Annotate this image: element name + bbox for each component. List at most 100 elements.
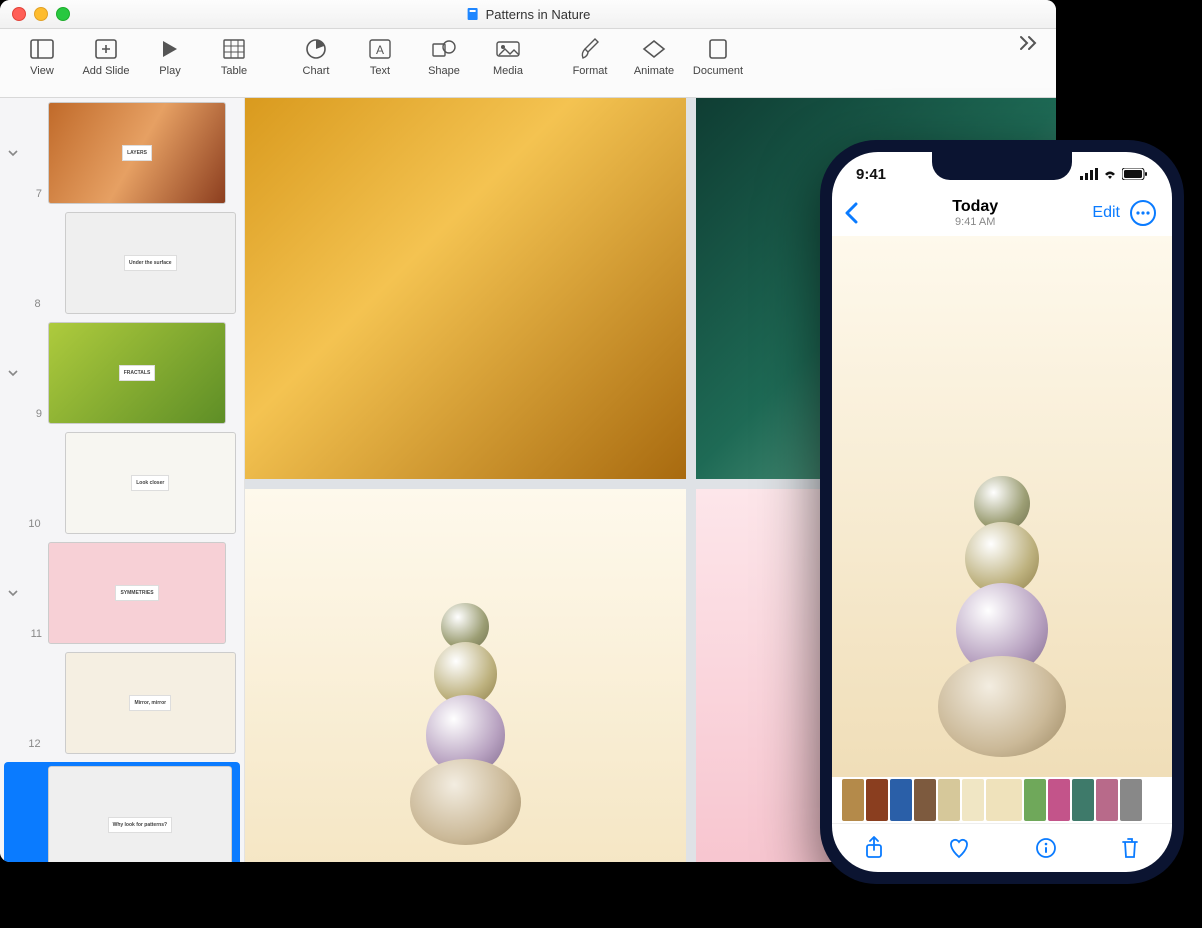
shape-icon bbox=[430, 35, 458, 63]
slide-number: 10 bbox=[21, 518, 40, 534]
minimize-window-button[interactable] bbox=[34, 7, 48, 21]
heart-icon[interactable] bbox=[947, 837, 971, 859]
slide-preview: FRACTALS bbox=[48, 322, 226, 424]
slide-preview: SYMMETRIES bbox=[48, 542, 226, 644]
collapse-toggle[interactable] bbox=[4, 148, 22, 158]
filmstrip-thumb[interactable] bbox=[962, 779, 984, 821]
slide-preview: LAYERS bbox=[48, 102, 226, 204]
slide-preview: Why look for patterns? bbox=[48, 766, 232, 862]
diamond-icon bbox=[640, 35, 668, 63]
text-button[interactable]: A Text bbox=[348, 35, 412, 77]
iphone-notch bbox=[932, 152, 1072, 180]
iphone-device-frame: 9:41 Today 9:41 AM Edit bbox=[820, 140, 1184, 884]
filmstrip-thumb[interactable] bbox=[890, 779, 912, 821]
teal-leaf-texture[interactable] bbox=[245, 489, 686, 862]
slide-preview: Mirror, mirror bbox=[65, 652, 236, 754]
text-box-icon: A bbox=[366, 35, 394, 63]
slide-number: 9 bbox=[22, 408, 42, 424]
filmstrip-thumb[interactable] bbox=[866, 779, 888, 821]
photos-bottom-toolbar bbox=[832, 823, 1172, 872]
trash-icon[interactable] bbox=[1120, 836, 1140, 860]
filmstrip-thumb[interactable] bbox=[1048, 779, 1070, 821]
toolbar-label: Chart bbox=[303, 65, 330, 77]
back-button[interactable] bbox=[844, 202, 858, 224]
info-icon[interactable] bbox=[1035, 837, 1057, 859]
share-icon[interactable] bbox=[864, 836, 884, 860]
filmstrip-thumb[interactable] bbox=[914, 779, 936, 821]
slide-preview: Look closer bbox=[65, 432, 236, 534]
filmstrip-thumb[interactable] bbox=[842, 779, 864, 821]
toolbar-label: Table bbox=[221, 65, 247, 77]
paintbrush-icon bbox=[576, 35, 604, 63]
play-button[interactable]: Play bbox=[138, 35, 202, 77]
slide-thumbnail[interactable]: 8Under the surface bbox=[0, 208, 244, 318]
media-icon bbox=[494, 35, 522, 63]
collapse-toggle[interactable] bbox=[4, 368, 22, 378]
slide-thumbnail[interactable]: 13Why look for patterns? bbox=[4, 762, 240, 862]
photo-subtitle: 9:41 AM bbox=[952, 216, 998, 228]
filmstrip-thumb[interactable] bbox=[1024, 779, 1046, 821]
toolbar-label: Play bbox=[159, 65, 180, 77]
more-options-button[interactable] bbox=[1130, 200, 1156, 226]
toolbar-label: Text bbox=[370, 65, 390, 77]
window-titlebar: Patterns in Nature bbox=[0, 0, 1056, 29]
document-button[interactable]: Document bbox=[686, 35, 750, 77]
zoom-window-button[interactable] bbox=[56, 7, 70, 21]
photo-title: Today bbox=[952, 198, 998, 216]
filmstrip-thumb[interactable] bbox=[1096, 779, 1118, 821]
toolbar-label: Document bbox=[693, 65, 743, 77]
slide-preview: Under the surface bbox=[65, 212, 236, 314]
table-icon bbox=[220, 35, 248, 63]
filmstrip-thumb[interactable] bbox=[1072, 779, 1094, 821]
iphone-screen: 9:41 Today 9:41 AM Edit bbox=[832, 152, 1172, 872]
toolbar-label: Add Slide bbox=[82, 65, 129, 77]
edit-button[interactable]: Edit bbox=[1092, 204, 1120, 222]
filmstrip-thumb[interactable] bbox=[938, 779, 960, 821]
pie-chart-icon bbox=[302, 35, 330, 63]
document-title: Patterns in Nature bbox=[486, 7, 591, 22]
status-time: 9:41 bbox=[856, 166, 886, 183]
photo-viewer[interactable] bbox=[832, 236, 1172, 777]
view-button[interactable]: View bbox=[10, 35, 74, 77]
view-sidebar-icon bbox=[28, 35, 56, 63]
cellular-icon bbox=[1080, 168, 1098, 180]
collapse-toggle[interactable] bbox=[4, 588, 22, 598]
slide-number: 12 bbox=[21, 738, 40, 754]
close-window-button[interactable] bbox=[12, 7, 26, 21]
slide-thumbnail[interactable]: 11 SYMMETRIES bbox=[0, 538, 244, 648]
slide-thumbnail[interactable]: 10 Look closer bbox=[0, 428, 244, 538]
wifi-icon bbox=[1102, 168, 1118, 180]
svg-text:A: A bbox=[376, 43, 384, 57]
chart-button[interactable]: Chart bbox=[284, 35, 348, 77]
window-controls bbox=[12, 7, 70, 21]
toolbar-label: Format bbox=[573, 65, 608, 77]
add-button[interactable]: Add Slide bbox=[74, 35, 138, 77]
toolbar-overflow-button[interactable] bbox=[1010, 35, 1046, 51]
shape-button[interactable]: Shape bbox=[412, 35, 476, 77]
photos-nav-bar: Today 9:41 AM Edit bbox=[832, 196, 1172, 236]
battery-icon bbox=[1122, 168, 1148, 180]
urchin-shell bbox=[938, 656, 1067, 756]
filmstrip-thumb[interactable] bbox=[986, 779, 1022, 821]
animate-button[interactable]: Animate bbox=[622, 35, 686, 77]
toolbar-label: Animate bbox=[634, 65, 674, 77]
slide-number: 11 bbox=[22, 628, 42, 644]
table-button[interactable]: Table bbox=[202, 35, 266, 77]
media-button[interactable]: Media bbox=[476, 35, 540, 77]
slide-navigator[interactable]: 7 LAYERS8Under the surface 9 FRACTALS 10 Look… bbox=[0, 98, 245, 862]
slide-thumbnail[interactable]: 9 FRACTALS bbox=[0, 318, 244, 428]
slide-number: 7 bbox=[22, 188, 42, 204]
toolbar: View Add Slide Play Table Chart A Text Shape Med… bbox=[0, 29, 1056, 98]
honeycomb-with-bee[interactable] bbox=[245, 98, 686, 479]
document-icon bbox=[704, 35, 732, 63]
keynote-doc-icon bbox=[466, 7, 480, 21]
slide-thumbnail[interactable]: 12 Mirror, mirror bbox=[0, 648, 244, 758]
toolbar-label: Media bbox=[493, 65, 523, 77]
photo-filmstrip[interactable] bbox=[832, 777, 1172, 823]
slide-thumbnail[interactable]: 7 LAYERS bbox=[0, 98, 244, 208]
format-button[interactable]: Format bbox=[558, 35, 622, 77]
toolbar-label: Shape bbox=[428, 65, 460, 77]
plus-square-icon bbox=[92, 35, 120, 63]
filmstrip-thumb[interactable] bbox=[1120, 779, 1142, 821]
toolbar-label: View bbox=[30, 65, 54, 77]
